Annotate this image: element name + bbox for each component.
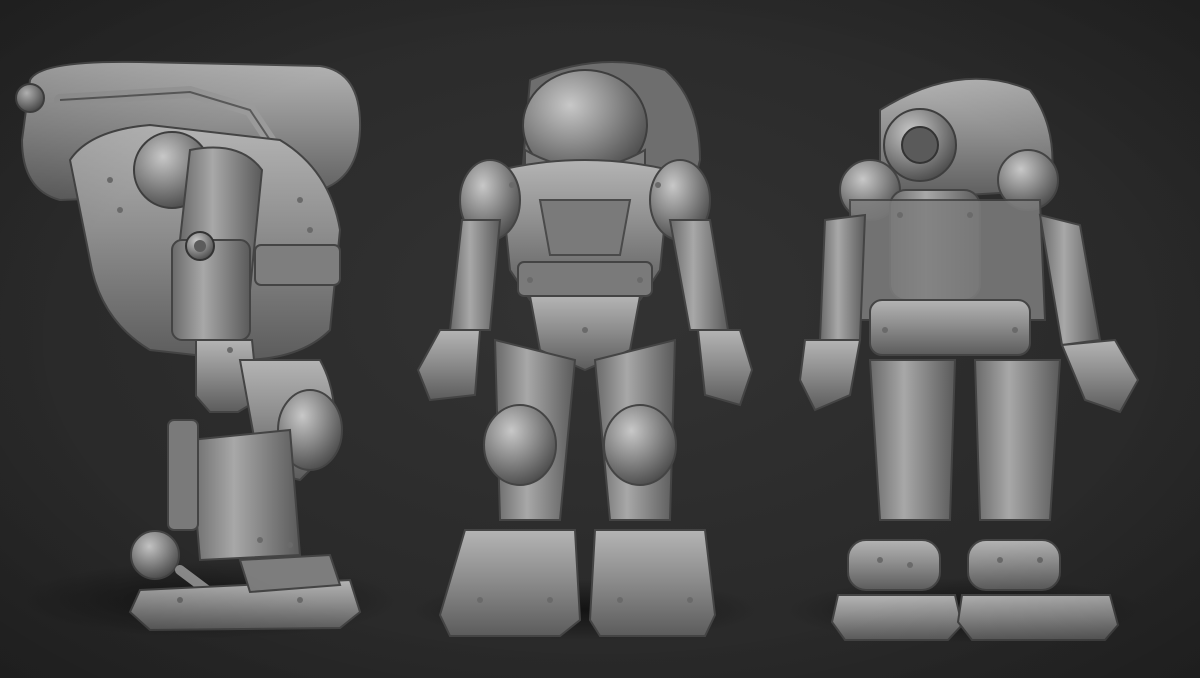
viewport-vignette bbox=[0, 0, 1200, 678]
model-render-canvas bbox=[0, 0, 1200, 678]
render-viewport bbox=[0, 0, 1200, 678]
